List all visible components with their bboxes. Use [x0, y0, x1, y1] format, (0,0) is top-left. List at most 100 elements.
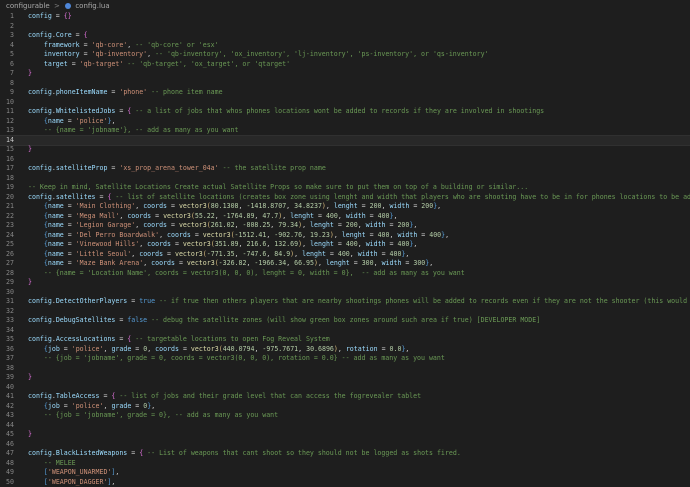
code-line[interactable]: 39}	[0, 373, 690, 383]
code-line[interactable]: 34	[0, 326, 690, 336]
code-token: ,	[373, 259, 382, 267]
code-token: =	[79, 50, 92, 58]
code-token: =	[163, 249, 175, 258]
code-line[interactable]: 11 config.WhitelistedJobs = { -- a list o…	[0, 107, 690, 117]
code-line[interactable]: 49 ['WEAPON_UNARMED'],	[0, 468, 690, 478]
code-line[interactable]: 2	[0, 22, 690, 32]
code-token: 66.95	[294, 259, 314, 267]
line-number: 5	[10, 50, 14, 58]
code-line[interactable]: 50 ['WEAPON_DAGGER'],	[0, 478, 690, 487]
code-line[interactable]: 38	[0, 364, 690, 374]
code-line[interactable]: 33 config.DebugSatellites = false -- debu…	[0, 316, 690, 326]
line-number: 36	[6, 344, 14, 353]
code-token: WhitelistedJobs	[55, 107, 116, 115]
code-line[interactable]: 32	[0, 307, 690, 317]
code-line[interactable]: 10	[0, 98, 690, 108]
code-token: -747.6	[242, 249, 267, 258]
code-token: 'qb-target'	[79, 59, 124, 68]
line-number: 49	[6, 468, 14, 476]
code-line[interactable]: 19 -- Keep in mind, Satellite Locations C…	[0, 183, 690, 193]
code-line[interactable]: 9 config.phoneItemName = 'phone' -- phone…	[0, 88, 690, 98]
code-token: =	[333, 221, 346, 229]
code-line[interactable]: 7}	[0, 69, 690, 79]
breadcrumb-file[interactable]: config.lua	[75, 2, 109, 10]
code-line[interactable]: 48 -- MELEE	[0, 459, 690, 469]
code-line[interactable]: 12 {name = 'police'},	[0, 117, 690, 127]
code-line[interactable]: 25 {name = 'Vinewood Hills', coords = ve…	[0, 240, 690, 250]
code-token: }	[28, 278, 32, 286]
code-editor[interactable]: 1 config = {} 2 3 config.Core = {4 framework…	[0, 12, 690, 487]
code-token: name	[47, 240, 64, 248]
code-text: config.Core = {	[28, 31, 88, 41]
line-number: 25	[6, 240, 14, 248]
code-token: width	[365, 240, 386, 248]
code-line[interactable]: 20 config.satellites = { -- list of satel…	[0, 193, 690, 203]
code-line[interactable]: 13 -- {name = 'jobname'}, -- add as many…	[0, 126, 690, 136]
code-line[interactable]: 26 {name = 'Little Seoul', coords = vect…	[0, 250, 690, 260]
breadcrumb-folder[interactable]: configurable	[6, 2, 50, 10]
code-line[interactable]: 21 {name = 'Main Clothing', coords = vec…	[0, 202, 690, 212]
code-text: {name = 'Mega Mall', coords = vector3(55…	[28, 212, 398, 222]
code-line[interactable]: 6 target = 'qb-target' -- 'qb-target', '…	[0, 60, 690, 70]
code-line[interactable]: 15}	[0, 145, 690, 155]
code-line[interactable]: 18	[0, 174, 690, 184]
code-token: =	[115, 107, 128, 115]
code-text: -- MELEE	[28, 459, 76, 469]
code-line[interactable]: 29}	[0, 278, 690, 288]
code-token: ,	[325, 202, 334, 210]
code-line[interactable]: 23 {name = 'Legion Garage', coords = vec…	[0, 221, 690, 231]
code-line[interactable]: 40	[0, 383, 690, 393]
code-line[interactable]: 22 {name = 'Mega Mall', coords = vector3…	[0, 212, 690, 222]
code-text: config.DetectOtherPlayers = true -- if t…	[28, 297, 690, 307]
code-line[interactable]: 42 {job = 'police', grade = 0},	[0, 402, 690, 412]
code-line[interactable]: 4 framework = 'qb-core', -- 'qb-core' or…	[0, 41, 690, 51]
code-line[interactable]: 45}	[0, 430, 690, 440]
code-text: -- {job = 'jobname', grade = 0, coords =…	[28, 354, 445, 364]
code-line[interactable]: 3 config.Core = {	[0, 31, 690, 41]
code-line[interactable]: 44	[0, 421, 690, 431]
line-number: 2	[10, 21, 14, 30]
code-token: ,	[429, 259, 434, 267]
code-line[interactable]: 43 -- {job = 'jobname', grade = 0}, -- a…	[0, 411, 690, 421]
code-line[interactable]: 47 config.BlackListedWeapons = { -- List …	[0, 449, 690, 459]
code-token: 400	[429, 230, 442, 239]
code-text: }	[28, 69, 32, 79]
code-line[interactable]: 30	[0, 288, 690, 298]
code-line[interactable]: 16	[0, 155, 690, 165]
code-token: ,	[337, 344, 346, 353]
code-line[interactable]: 35 config.AccessLocations = { -- targetab…	[0, 335, 690, 345]
code-token: config	[28, 31, 52, 39]
code-line[interactable]: 17 config.satelliteProp = 'xs_prop_arena_…	[0, 164, 690, 174]
line-number: 46	[6, 439, 14, 448]
line-number: 31	[6, 297, 14, 305]
code-token: =	[115, 316, 128, 324]
code-token: =	[63, 211, 76, 220]
code-line[interactable]: 41 config.TableAccess = { -- list of jobs…	[0, 392, 690, 402]
code-token: 'phone'	[119, 88, 148, 96]
code-line[interactable]: 36 {job = 'police', grade = 0, coords = …	[0, 345, 690, 355]
code-line[interactable]: 24 {name = 'Del Perro Boardwalk', coords…	[0, 231, 690, 241]
line-number: 8	[10, 78, 14, 87]
code-token: -- a list of jobs that whos phones locat…	[135, 107, 545, 115]
code-token: ,	[337, 211, 346, 220]
code-line[interactable]: 46	[0, 440, 690, 450]
code-token: 'Legion Garage'	[75, 221, 136, 229]
code-token: {	[83, 31, 88, 39]
code-token: =	[127, 449, 140, 457]
code-line[interactable]: 27 {name = 'Maze Bank Arena', coords = v…	[0, 259, 690, 269]
code-line[interactable]: 28 -- {name = 'Location Name', coords = …	[0, 269, 690, 279]
code-line[interactable]: 31 config.DetectOtherPlayers = true -- if…	[0, 297, 690, 307]
code-text: framework = 'qb-core', -- 'qb-core' or '…	[28, 41, 219, 51]
code-line[interactable]: 14	[0, 134, 690, 146]
code-line[interactable]: 5 inventory = 'qb-inventory', -- 'qb-inv…	[0, 50, 690, 60]
code-line[interactable]: 37 -- {job = 'jobname', grade = 0, coord…	[0, 354, 690, 364]
code-line[interactable]: 1 config = {}	[0, 12, 690, 22]
code-line[interactable]: 8	[0, 79, 690, 89]
code-token: }	[28, 430, 32, 438]
code-token: =	[59, 401, 72, 410]
code-token: false	[127, 316, 148, 324]
